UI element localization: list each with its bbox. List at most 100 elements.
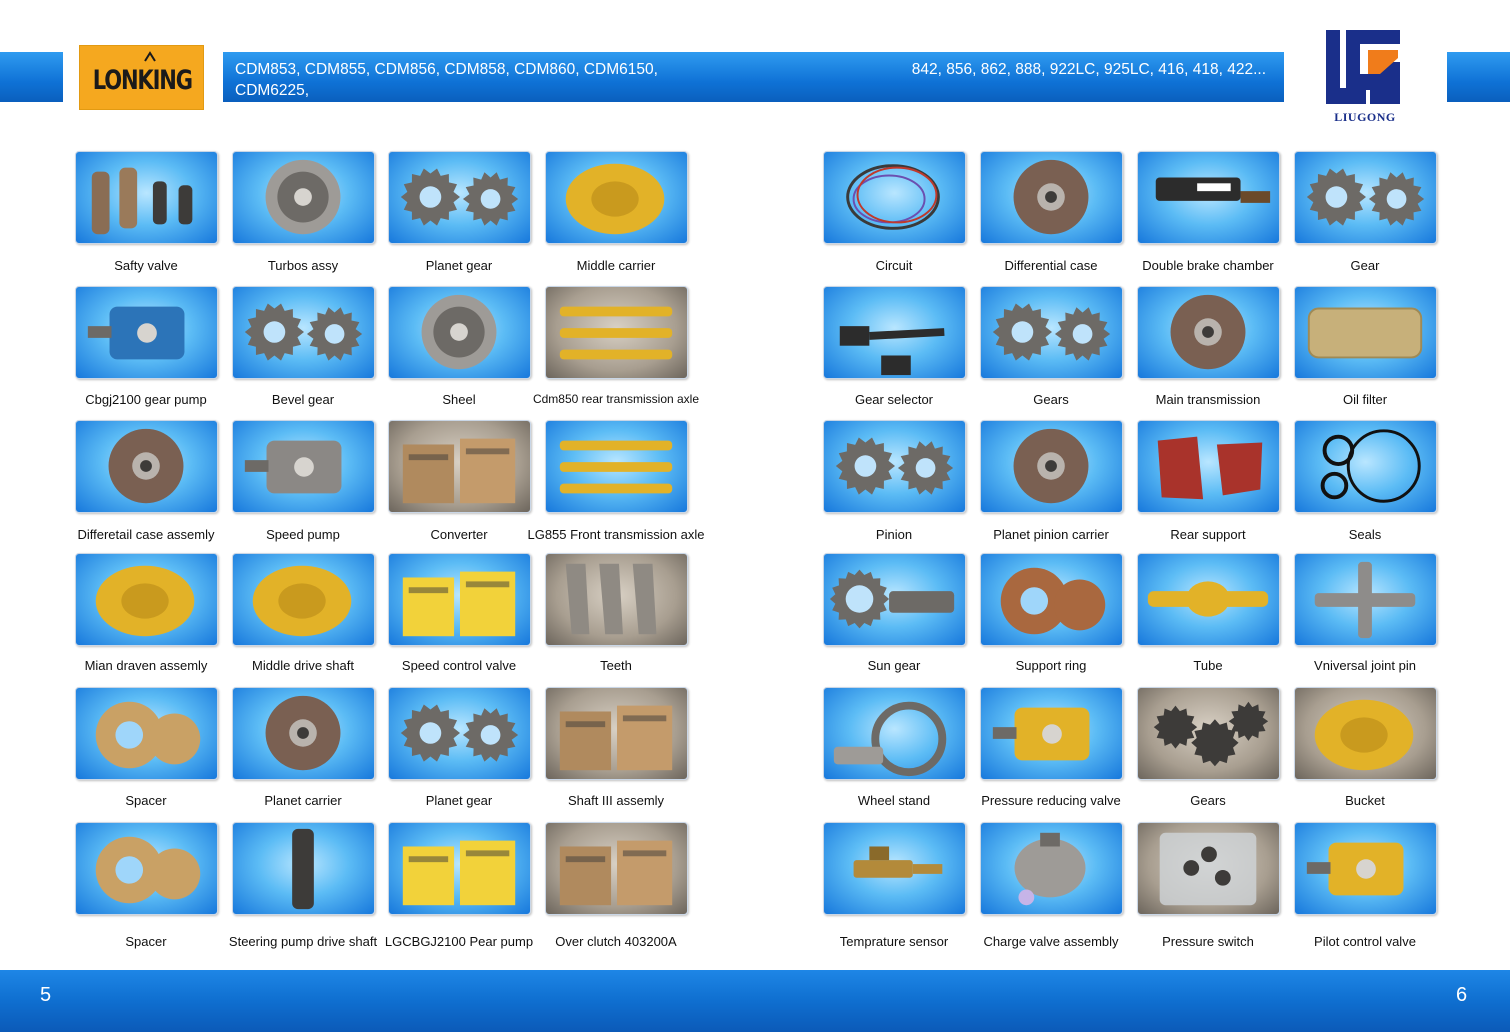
product-caption: Bevel gear xyxy=(271,392,335,407)
product-caption: Differential case xyxy=(1004,258,1098,273)
liugong-mark-icon xyxy=(1326,30,1400,104)
product-caption: Cbgj2100 gear pump xyxy=(85,392,207,407)
product-caption: Oil filter xyxy=(1342,392,1388,407)
liugong-wordmark: LIUGONG xyxy=(1334,110,1396,124)
product-caption: Vniversal joint pin xyxy=(1314,658,1416,673)
product-caption: Teeth xyxy=(600,658,632,673)
product-caption: Pilot control valve xyxy=(1314,934,1416,949)
product-tile xyxy=(545,420,688,513)
lonking-models-line1: CDM853, CDM855, CDM856, CDM858, CDM860, … xyxy=(235,61,658,99)
product-caption: Wheel stand xyxy=(857,793,931,808)
product-tile xyxy=(232,553,375,646)
product-caption: Cdm850 rear transmission axle xyxy=(532,392,700,406)
product-tile xyxy=(1137,420,1280,513)
product-caption: Spacer xyxy=(125,793,167,808)
model-banner: CDM853, CDM855, CDM856, CDM858, CDM860, … xyxy=(223,52,1284,120)
product-caption: Charge valve assembly xyxy=(983,934,1119,949)
product-caption: Planet carrier xyxy=(264,793,342,808)
product-tile xyxy=(1294,687,1437,780)
page-number-right: 6 xyxy=(1456,984,1468,1006)
product-tile xyxy=(1294,286,1437,379)
product-caption: Circuit xyxy=(875,258,913,273)
product-tile xyxy=(388,822,531,915)
product-caption: Double brake chamber xyxy=(1142,258,1274,273)
liugong-models: 842, 856, 862, 888, 922LC, 925LC, 416, 4… xyxy=(911,61,1266,78)
product-tile xyxy=(232,822,375,915)
product-tile xyxy=(1137,687,1280,780)
product-tile xyxy=(1294,822,1437,915)
product-tile xyxy=(823,553,966,646)
product-caption: Planet gear xyxy=(425,793,493,808)
product-tile xyxy=(1137,553,1280,646)
lonking-mark-icon xyxy=(144,51,156,62)
product-tile xyxy=(75,420,218,513)
product-caption: Tube xyxy=(1193,658,1223,673)
product-caption: Middle carrier xyxy=(576,258,656,273)
header-bar-right-stub xyxy=(1447,52,1510,102)
product-tile xyxy=(388,286,531,379)
product-caption: Sun gear xyxy=(867,658,921,673)
product-caption: Speed control valve xyxy=(401,658,517,673)
product-tile xyxy=(980,687,1123,780)
footer-bar: 5 6 xyxy=(0,970,1510,1032)
product-tile xyxy=(75,553,218,646)
product-tile xyxy=(980,822,1123,915)
product-caption: Gears xyxy=(1033,392,1069,407)
lonking-models-line2: CDM6235, CDM6360... xyxy=(479,103,641,120)
product-caption: Over clutch 403200A xyxy=(555,934,677,949)
product-caption: Gear xyxy=(1350,258,1380,273)
product-tile xyxy=(388,687,531,780)
product-tile xyxy=(545,151,688,244)
product-tile xyxy=(75,286,218,379)
product-tile xyxy=(545,687,688,780)
product-tile xyxy=(75,822,218,915)
product-caption: Pinion xyxy=(875,527,913,542)
product-tile xyxy=(232,420,375,513)
product-caption: Spacer xyxy=(125,934,167,949)
lonking-logo: LONKING xyxy=(79,45,204,110)
header-bar-left-stub xyxy=(0,52,63,102)
product-tile xyxy=(1137,822,1280,915)
product-tile xyxy=(980,151,1123,244)
liugong-logo: LIUGONG xyxy=(1320,26,1410,126)
product-tile xyxy=(545,822,688,915)
product-tile xyxy=(545,286,688,379)
product-caption: Steering pump drive shaft xyxy=(228,934,378,949)
product-caption: Rear support xyxy=(1170,527,1246,542)
product-tile xyxy=(980,286,1123,379)
product-tile xyxy=(823,822,966,915)
product-caption: Mian draven assemly xyxy=(84,658,208,673)
product-caption: LGCBGJ2100 Pear pump xyxy=(384,934,534,949)
product-caption: Gears xyxy=(1190,793,1226,808)
product-caption: Temprature sensor xyxy=(839,934,949,949)
product-tile xyxy=(823,420,966,513)
product-caption: Gear selector xyxy=(854,392,934,407)
product-caption: Seals xyxy=(1348,527,1382,542)
product-caption: LG855 Front transmission axle xyxy=(527,527,705,542)
lonking-models: CDM853, CDM855, CDM856, CDM858, CDM860, … xyxy=(235,59,735,122)
product-tile xyxy=(545,553,688,646)
product-caption: Main transmission xyxy=(1155,392,1261,407)
product-tile xyxy=(232,687,375,780)
product-tile xyxy=(388,553,531,646)
product-caption: Middle drive shaft xyxy=(252,658,354,673)
product-caption: Speed pump xyxy=(266,527,340,542)
product-tile xyxy=(75,687,218,780)
product-tile xyxy=(823,151,966,244)
product-tile xyxy=(980,553,1123,646)
product-tile xyxy=(1137,286,1280,379)
product-caption: Pressure reducing valve xyxy=(981,793,1121,808)
product-caption: Shaft III assemly xyxy=(567,793,665,808)
product-tile xyxy=(232,151,375,244)
product-tile xyxy=(388,420,531,513)
product-tile xyxy=(388,151,531,244)
product-tile xyxy=(1294,553,1437,646)
product-tile xyxy=(75,151,218,244)
product-caption: Converter xyxy=(430,527,488,542)
page-number-left: 5 xyxy=(40,984,52,1006)
product-caption: Planet pinion carrier xyxy=(993,527,1109,542)
product-tile xyxy=(980,420,1123,513)
product-tile xyxy=(823,687,966,780)
product-tile xyxy=(1294,151,1437,244)
product-caption: Turbos assy xyxy=(267,258,339,273)
